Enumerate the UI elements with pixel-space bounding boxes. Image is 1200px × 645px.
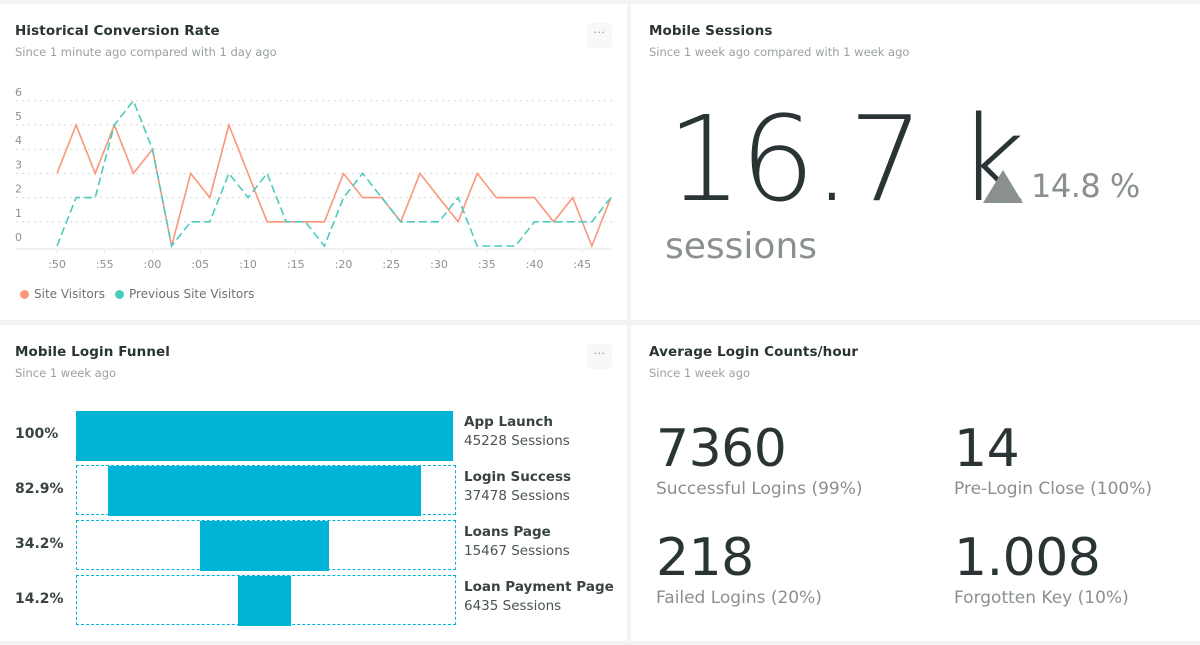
funnel-track [76,575,456,626]
funnel-percent: 100% [15,426,59,442]
stat-forgotten-key: 1.008 Forgotten Key (10%) [954,532,1129,608]
card-title: Average Login Counts/hour [649,344,859,360]
card-title: Historical Conversion Rate [15,23,220,39]
funnel-step[interactable]: 82.9% Login Success 37478 Sessions [0,465,627,517]
y-tick-label: 4 [15,134,22,147]
mobile-sessions-card: Mobile Sessions Since 1 week ago compare… [631,4,1200,320]
legend-label: Previous Site Visitors [128,287,255,301]
y-tick-label: 5 [15,110,22,123]
funnel-count: 6435 Sessions [464,598,562,614]
x-tick-label: :10 [239,258,257,271]
funnel-track [76,465,456,516]
y-tick-label: 6 [15,86,22,99]
stat-label: Forgotten Key (10%) [954,588,1129,608]
trend-value: 14.8 % [1031,167,1140,205]
x-tick-label: :00 [144,258,162,271]
x-tick-label: :25 [382,258,400,271]
x-tick-label: :50 [48,258,66,271]
funnel-track [76,520,456,571]
card-title: Mobile Login Funnel [15,344,171,360]
funnel-percent: 82.9% [15,481,64,497]
funnel-label: Loan Payment Page [464,579,614,595]
funnel-label: Login Success [464,469,572,485]
funnel-count: 37478 Sessions [464,488,570,504]
card-subtitle: Since 1 week ago [649,366,751,380]
x-tick-label: :30 [430,258,448,271]
sessions-value: 16.7 k [667,90,1026,228]
dashboard: 0 1 2 3 4 5 6 :50 :55 :00 :05 :10 :15 :20 :25 :30 :35 :40… [0,0,1200,645]
more-options-button[interactable]: ··· [587,23,612,48]
y-tick-label: 1 [15,207,22,220]
legend-dot-icon [20,289,29,299]
login-counts-card: Average Login Counts/hour Since 1 week a… [631,325,1200,641]
funnel-bar [237,576,292,626]
funnel-percent: 14.2% [15,591,64,607]
x-tick-label: :40 [526,258,544,271]
stat-failed-logins: 218 Failed Logins (20%) [656,532,822,608]
trend-up-icon [983,169,1023,203]
legend-dot-icon [114,289,124,299]
funnel-count: 15467 Sessions [464,543,570,559]
funnel-step[interactable]: 34.2% Loans Page 15467 Sessions [0,520,627,572]
funnel-step[interactable]: 100% App Launch 45228 Sessions [0,410,627,462]
sessions-unit: sessions [665,226,818,267]
card-title: Mobile Sessions [649,23,773,39]
x-tick-label: :35 [478,258,496,271]
chart-legend: Site Visitors Previous Site Visitors [20,287,254,301]
funnel-count: 45228 Sessions [464,433,570,449]
x-tick-label: :05 [191,258,209,271]
stat-pre-login-close: 14 Pre-Login Close (100%) [954,423,1152,499]
funnel-bar [76,411,453,461]
funnel-bar [200,521,329,571]
stat-label: Failed Logins (20%) [656,588,822,608]
legend-item-site-visitors[interactable]: Site Visitors [20,287,105,301]
login-funnel-card: Mobile Login Funnel Since 1 week ago ···… [0,325,627,641]
stat-value: 218 [656,528,754,588]
card-subtitle: Since 1 minute ago compared with 1 day a… [15,45,277,59]
stat-value: 7360 [656,419,787,479]
stat-value: 14 [954,419,1020,479]
stat-successful-logins: 7360 Successful Logins (99%) [656,423,863,499]
stat-label: Successful Logins (99%) [656,479,863,499]
y-tick-label: 3 [15,158,22,171]
series-line-site-visitors [56,122,612,249]
conversion-rate-card: 0 1 2 3 4 5 6 :50 :55 :00 :05 :10 :15 :20 :25 :30 :35 :40… [0,4,627,320]
legend-item-previous-site-visitors[interactable]: Previous Site Visitors [114,287,255,301]
card-subtitle: Since 1 week ago compared with 1 week ag… [649,45,910,59]
trend-indicator: 14.8 % [983,167,1140,205]
funnel-step[interactable]: 14.2% Loan Payment Page 6435 Sessions [0,575,627,627]
y-tick-label: 2 [15,183,22,196]
legend-label: Site Visitors [34,287,105,301]
card-subtitle: Since 1 week ago [15,366,117,380]
funnel-percent: 34.2% [15,536,64,552]
x-tick-label: :20 [335,258,353,271]
more-options-button[interactable]: ··· [587,344,612,369]
stat-label: Pre-Login Close (100%) [954,479,1153,499]
funnel-label: App Launch [464,414,554,430]
stat-value: 1.008 [954,528,1101,588]
funnel-label: Loans Page [464,524,551,540]
funnel-track [76,410,456,461]
x-tick-label: :15 [287,258,305,271]
x-tick-label: :45 [573,258,591,271]
funnel-bar [108,466,421,516]
y-tick-label: 0 [15,231,22,244]
x-tick-label: :55 [96,258,114,271]
